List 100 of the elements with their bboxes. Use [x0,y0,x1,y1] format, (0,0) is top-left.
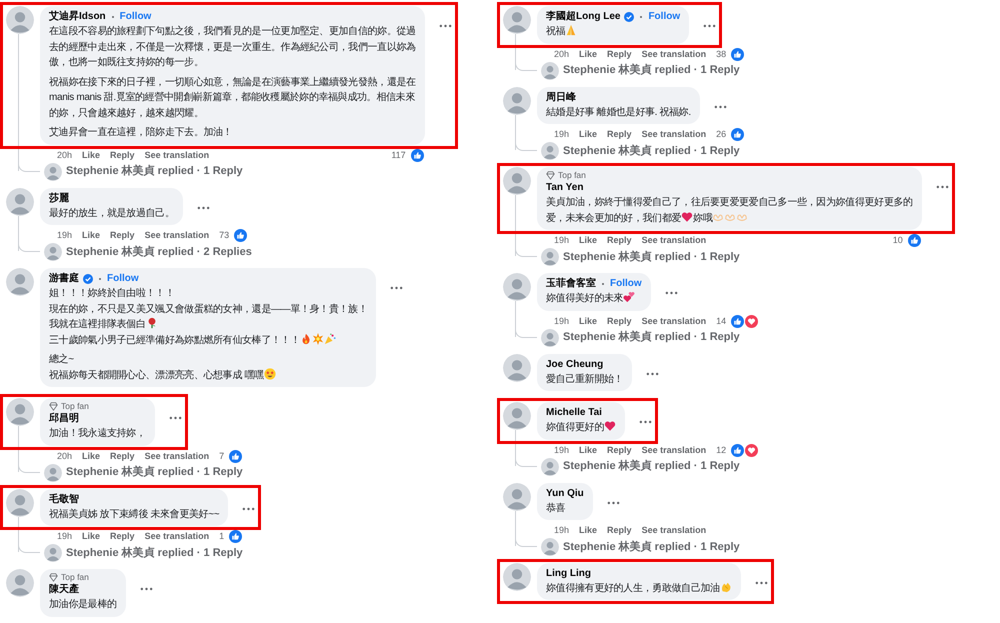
commenter-name[interactable]: 毛敬智 [49,492,79,507]
avatar[interactable] [503,273,531,302]
follow-link[interactable]: Follow [610,276,642,292]
avatar[interactable] [503,482,531,511]
commenter-name[interactable]: Yun Qiu [546,486,584,501]
avatar[interactable] [541,538,559,556]
action-link[interactable]: Reply [607,234,632,247]
more-icon[interactable] [714,104,727,108]
reply-summary-link[interactable]: Stephenie 林美貞 replied · 1 Reply [563,142,740,160]
avatar[interactable] [541,62,559,80]
avatar[interactable] [503,86,531,114]
more-icon[interactable] [936,185,949,189]
commenter-name[interactable]: 周日峰 [546,90,576,104]
avatar[interactable] [6,188,34,216]
reply-summary-link[interactable]: Stephenie 林美貞 replied · 1 Reply [66,464,243,481]
reply-summary-link[interactable]: Stephenie 林美貞 replied · 1 Reply [563,329,740,346]
avatar[interactable] [503,562,531,591]
reply-summary-link[interactable]: Stephenie 林美貞 replied · 1 Reply [563,62,740,79]
action-link[interactable]: See translation [642,314,706,328]
avatar[interactable] [44,162,62,180]
follow-link[interactable]: Follow [648,9,680,24]
more-icon[interactable] [606,500,620,505]
action-link[interactable]: Like [82,530,100,543]
commenter-name[interactable]: Tan Yen [546,180,584,196]
comment-time: 20h [57,148,72,162]
follow-link[interactable]: Follow [107,271,139,286]
reply-summary-link[interactable]: Stephenie 林美貞 replied · 1 Reply [66,544,243,562]
action-link[interactable]: Like [82,450,100,462]
follow-link[interactable]: Follow [120,9,152,24]
avatar[interactable] [44,544,62,562]
commenter-name[interactable]: Michelle Tai [546,405,602,420]
reply-summary-link[interactable]: Stephenie 林美貞 replied · 1 Reply [563,538,740,556]
action-link[interactable]: See translation [642,444,706,456]
avatar[interactable] [503,6,531,34]
avatar[interactable] [6,6,34,34]
commenter-name[interactable]: 邱昌明 [49,411,79,426]
action-link[interactable]: Like [579,314,598,328]
avatar[interactable] [6,268,34,296]
commenter-name[interactable]: 李國超Long Lee [546,9,620,24]
more-icon[interactable] [390,286,404,290]
avatar[interactable] [44,464,62,482]
commenter-name[interactable]: 艾迪昇Idson [49,9,106,24]
action-link[interactable]: Reply [607,314,632,328]
action-link[interactable]: Reply [110,229,135,242]
avatar[interactable] [503,354,531,382]
action-link[interactable]: See translation [642,234,706,247]
avatar[interactable] [6,398,34,426]
comment-text: 結婚是好事 離婚也是好事. 祝福妳. [546,106,691,118]
action-link[interactable]: See translation [642,524,706,537]
reply-summary-link[interactable]: Stephenie 林美貞 replied · 1 Reply [563,458,740,475]
action-link[interactable]: Reply [607,524,632,537]
commenter-name[interactable]: Ling Ling [546,566,591,581]
avatar[interactable] [541,328,559,347]
action-link[interactable]: See translation [144,148,210,162]
avatar[interactable] [44,243,62,261]
comment-text: 去的經歷中走出來，不僅是一次釋懷，更是一次重生。作為經紀公司，我們一直以妳為 [49,42,416,52]
action-link[interactable]: Like [579,48,598,60]
action-link[interactable]: Like [82,148,100,162]
commenter-name[interactable]: 游書庭 [49,271,79,286]
diamond-icon [49,402,58,411]
more-icon[interactable] [438,24,452,28]
avatar[interactable] [541,458,559,476]
more-icon[interactable] [754,580,768,585]
action-link[interactable]: Like [82,229,100,242]
action-link[interactable]: See translation [144,229,210,242]
commenter-name[interactable]: 玉菲會客室 [546,276,596,292]
more-icon[interactable] [646,372,660,376]
more-icon[interactable] [703,24,716,28]
action-link[interactable]: Like [579,128,598,141]
more-icon[interactable] [242,506,256,511]
action-link[interactable]: Like [579,234,598,247]
more-icon[interactable] [664,291,678,296]
avatar[interactable] [541,142,559,160]
more-icon[interactable] [140,587,153,592]
avatar[interactable] [541,248,559,266]
commenter-name[interactable]: 陳天產 [49,582,79,598]
avatar[interactable] [503,402,531,430]
avatar[interactable] [6,569,34,598]
more-icon[interactable] [168,416,182,420]
action-link[interactable]: Reply [607,128,632,141]
reply-summary-link[interactable]: Stephenie 林美貞 replied · 1 Reply [66,163,243,180]
action-link[interactable]: Reply [607,48,632,60]
action-link[interactable]: See translation [144,530,210,543]
commenter-name[interactable]: Joe Cheung [546,356,604,372]
more-icon[interactable] [638,420,652,424]
avatar[interactable] [6,488,34,517]
action-link[interactable]: See translation [642,128,706,141]
action-link[interactable]: Like [579,444,598,456]
more-icon[interactable] [197,206,210,210]
action-link[interactable]: Like [579,524,598,537]
avatar[interactable] [503,167,531,195]
action-link[interactable]: Reply [607,444,632,456]
action-link[interactable]: Reply [110,450,135,462]
action-link[interactable]: See translation [144,450,210,462]
reply-summary-link[interactable]: Stephenie 林美貞 replied · 2 Replies [66,244,252,260]
action-link[interactable]: Reply [110,530,135,543]
action-link[interactable]: Reply [110,148,135,162]
reply-summary-link[interactable]: Stephenie 林美貞 replied · 1 Reply [563,248,740,266]
action-link[interactable]: See translation [642,48,706,60]
commenter-name[interactable]: 莎麗 [49,190,69,206]
